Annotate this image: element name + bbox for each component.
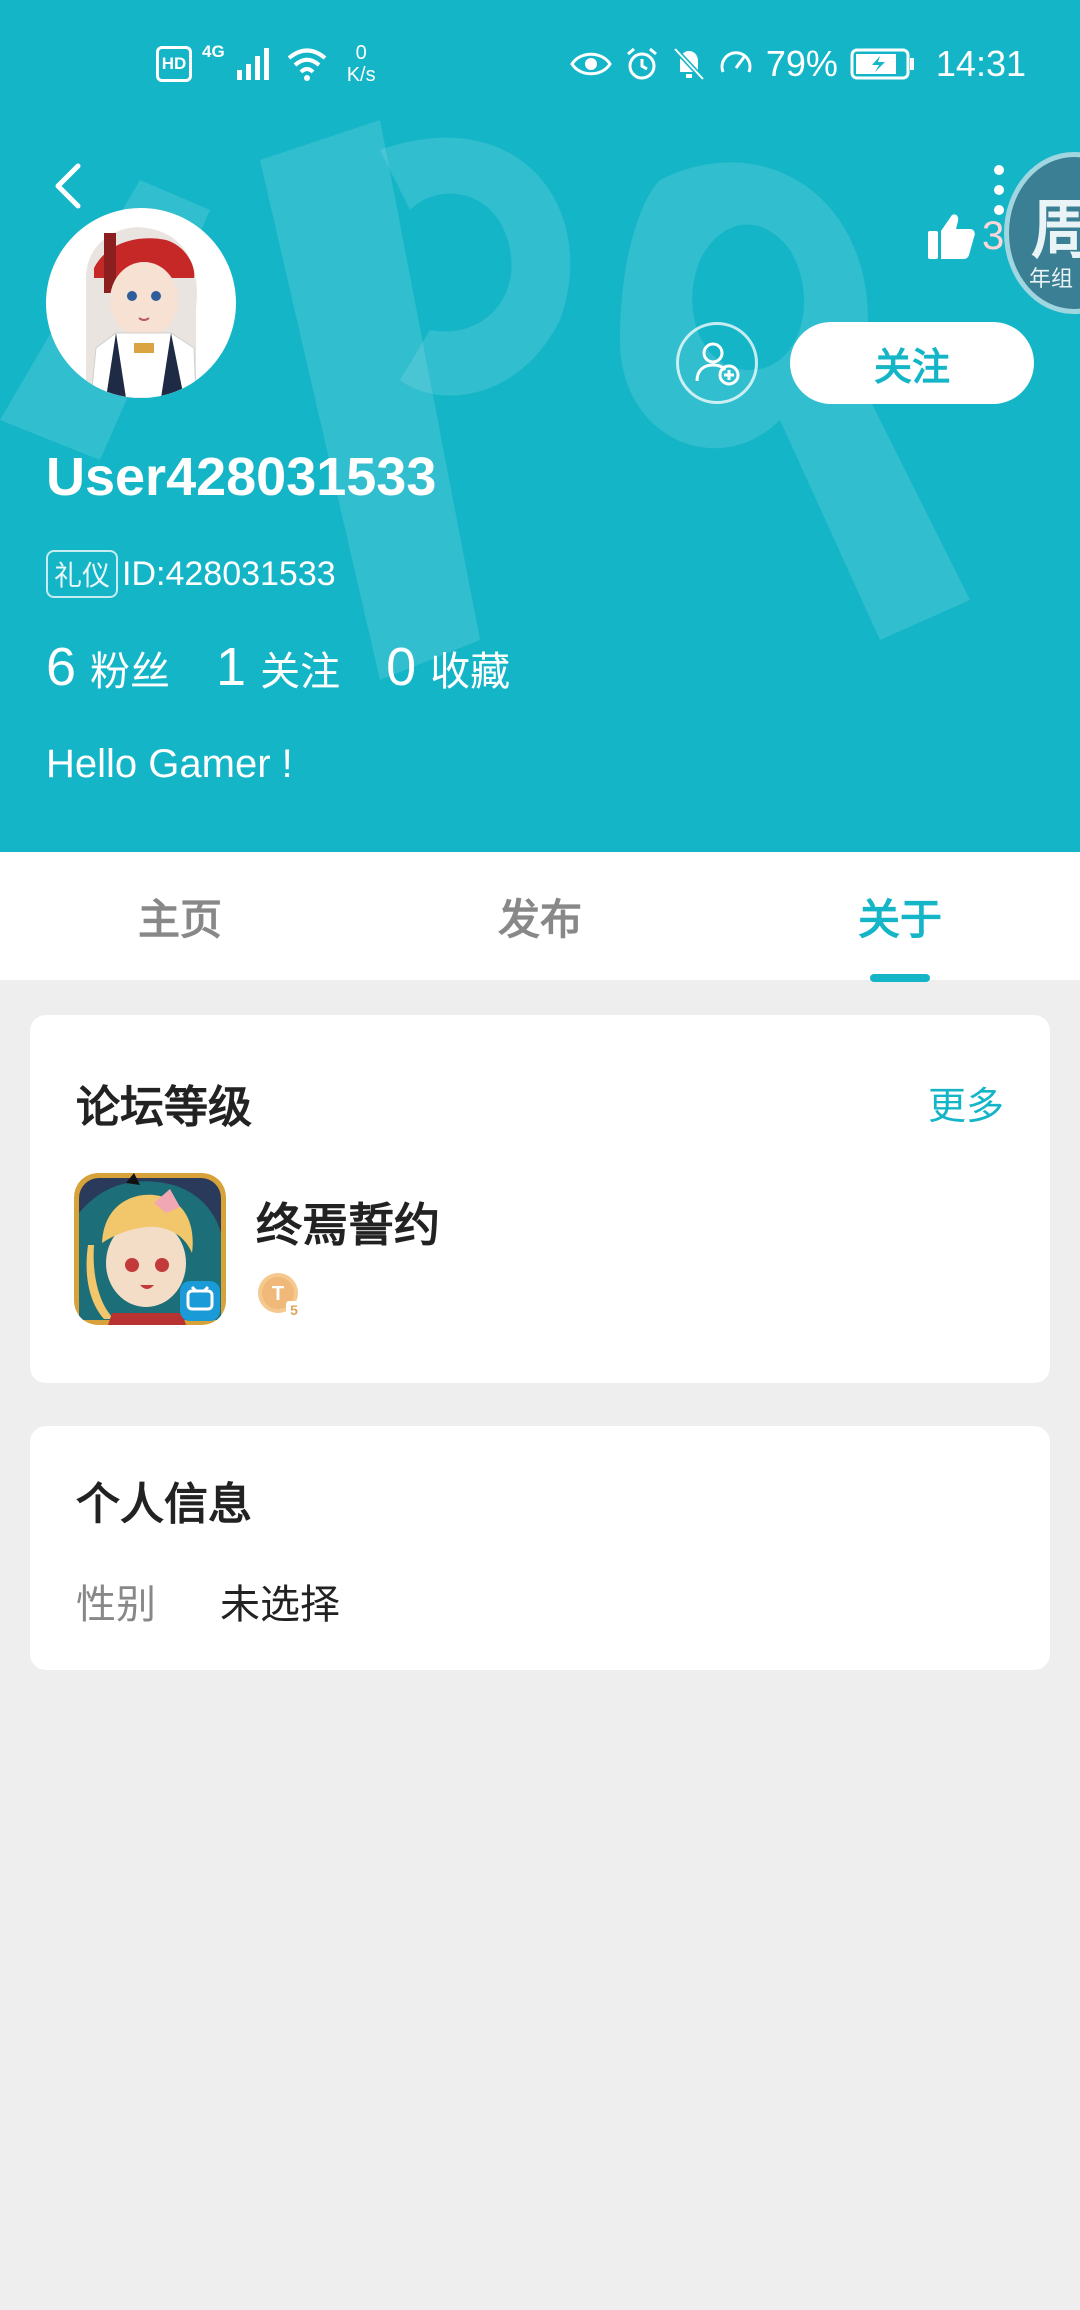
tab-posts[interactable]: 发布 [360,852,720,980]
wifi-icon [287,48,326,81]
stat-fans-label: 粉丝 [90,649,171,695]
profile-tabs: 主页 发布 关于 [0,852,1080,980]
more-link[interactable]: 更多 [928,1075,1004,1130]
gender-value: 未选择 [220,1582,340,1628]
eye-icon [570,52,612,76]
stat-fans[interactable]: 6 粉丝 [46,636,170,698]
network-type: 4G [202,42,225,61]
profile-stats: 6 粉丝 1 关注 0 收藏 [46,636,556,698]
add-friend-button[interactable] [676,322,758,404]
clock: 14:31 [935,43,1026,84]
gender-label: 性别 [76,1582,156,1628]
user-id: ID:428031533 [122,554,336,593]
avatar-illustration [51,213,231,398]
profile-header: HD 4G 0 K/s 79% 14:31 年组 关注 User42803153… [0,0,1080,852]
speedometer-icon [720,51,752,73]
svg-text:5: 5 [290,1302,298,1318]
forum-level-card: 论坛等级 更多 终焉誓约 T 5 [30,1015,1050,1383]
follow-button[interactable]: 关注 [790,322,1034,404]
personal-info-card: 个人信息 性别 未选择 [30,1426,1050,1670]
stat-favorites-count: 0 [386,637,417,697]
hd-icon: HD [156,46,192,82]
stat-following-count: 1 [216,637,247,697]
personal-info-title: 个人信息 [76,1479,252,1530]
avatar[interactable] [46,208,236,398]
stat-favorites[interactable]: 0 收藏 [386,636,510,698]
tab-active-indicator [870,974,930,982]
anniversary-badge-subtext: 年组 [1029,267,1074,292]
net-speed-unit: K/s [346,64,376,86]
net-speed: 0 K/s [347,42,376,86]
back-arrow-icon[interactable] [44,158,94,214]
thumbs-up-icon [928,214,975,259]
battery-charging-icon [850,48,914,80]
forum-level-title: 论坛等级 [76,1082,252,1133]
username: User428031533 [46,447,437,507]
battery-percent: 79% [765,43,838,84]
stat-favorites-label: 收藏 [430,649,511,695]
net-speed-value: 0 [355,42,367,64]
game-name: 终焉誓约 [256,1198,440,1252]
user-bio: Hello Gamer ! [46,742,293,786]
game-icon[interactable] [74,1173,226,1325]
user-id-row: 礼仪 ID:428031533 [46,550,336,598]
status-bar: HD 4G 0 K/s 79% 14:31 [0,0,1080,126]
tab-home[interactable]: 主页 [0,852,360,980]
stat-following-label: 关注 [260,649,341,695]
anniversary-badge[interactable]: 周 年组 [1004,152,1080,314]
game-icon-art [74,1173,226,1325]
watermark-graphic [0,120,970,680]
level-badge-icon: T 5 [258,1273,302,1318]
alarm-icon [626,47,657,80]
stat-following[interactable]: 1 关注 [216,636,340,698]
mute-bell-icon [673,47,705,81]
signal-icon [236,48,269,80]
stat-fans-count: 6 [46,637,77,697]
add-user-icon [695,342,740,386]
svg-text:T: T [272,1283,284,1305]
id-tag: 礼仪 [46,550,119,598]
anniversary-badge-text: 周 [1031,179,1080,271]
tab-about[interactable]: 关于 [720,852,1080,980]
